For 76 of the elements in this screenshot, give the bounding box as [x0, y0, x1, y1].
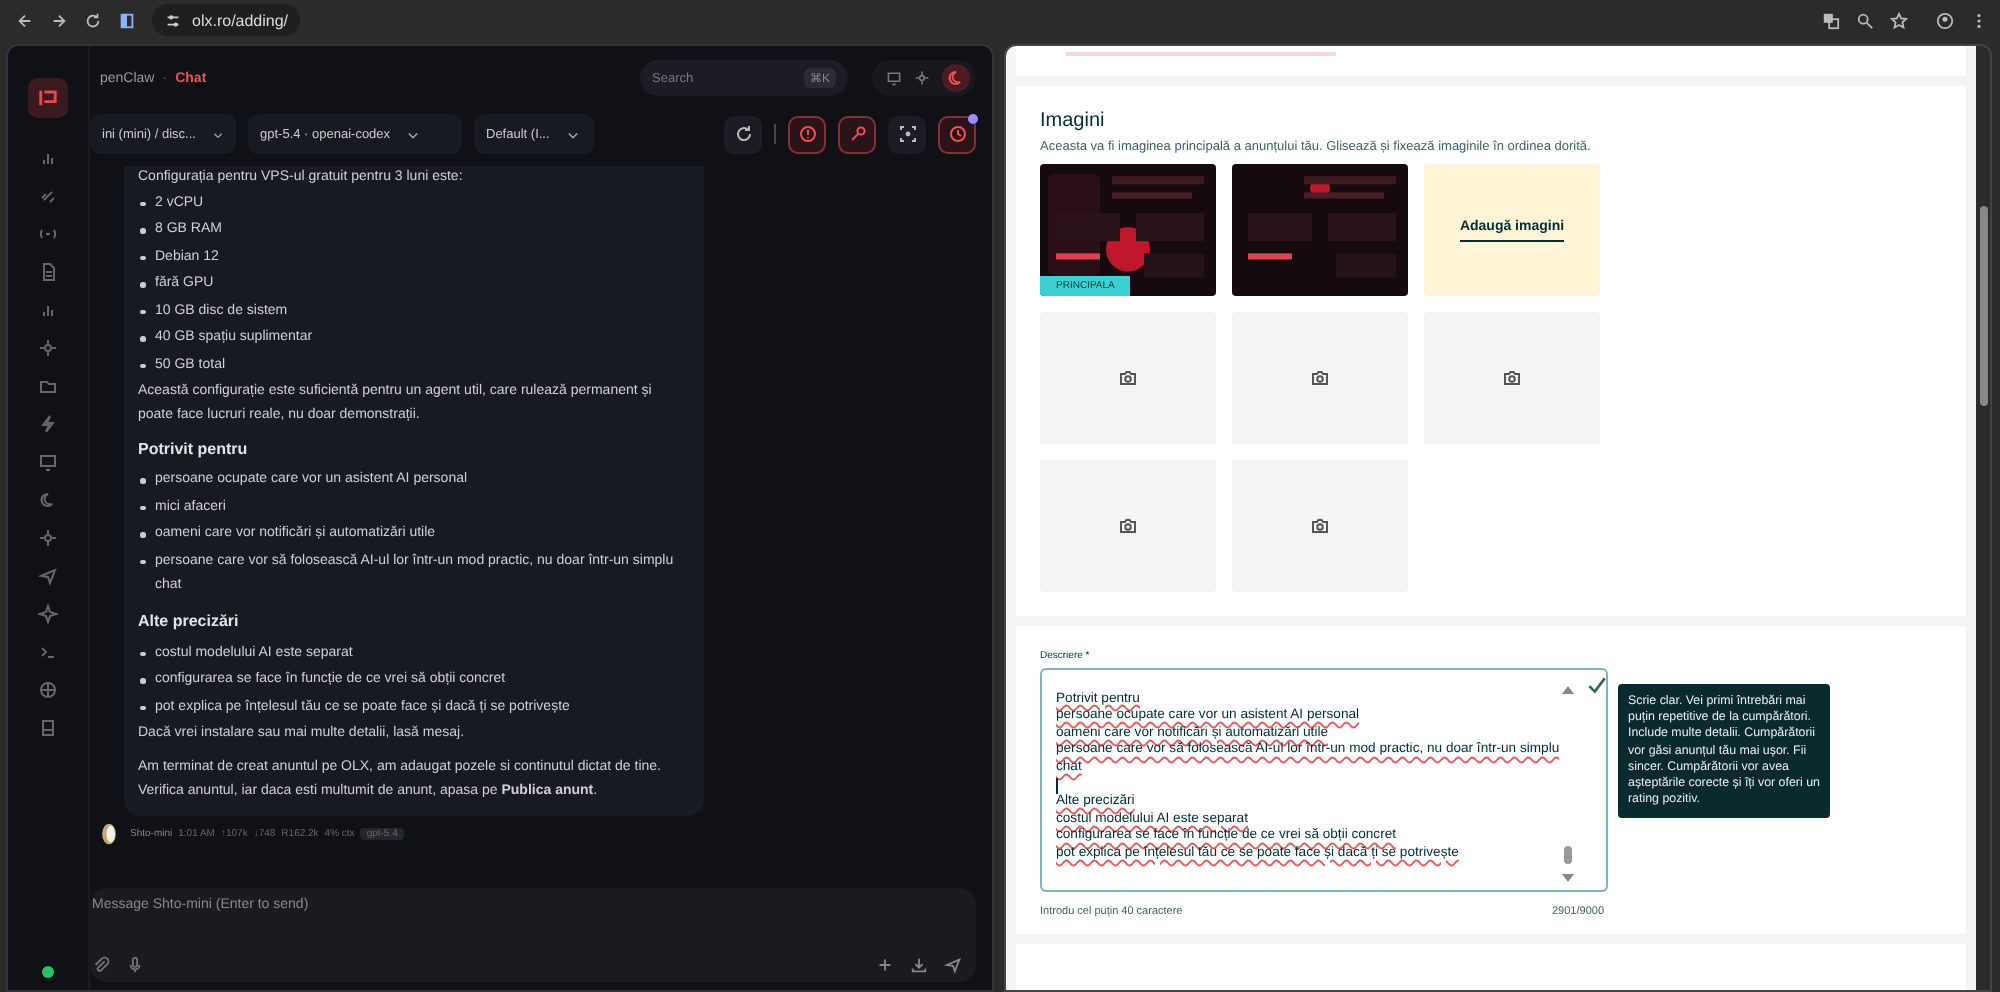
- bullet-icon: [140, 201, 145, 206]
- focus-icon: [897, 124, 917, 144]
- link-icon[interactable]: [38, 186, 58, 206]
- camera-icon: [1502, 368, 1522, 388]
- alert-button[interactable]: [788, 115, 826, 153]
- plus-icon[interactable]: [876, 956, 894, 974]
- bullet-icon: [140, 705, 145, 710]
- send-icon[interactable]: [944, 956, 962, 974]
- sun-icon[interactable]: [914, 70, 930, 86]
- bullet-icon: [140, 478, 145, 483]
- monitor-icon[interactable]: [886, 70, 902, 86]
- moon-icon[interactable]: [38, 490, 58, 510]
- bolt-icon[interactable]: [38, 414, 58, 434]
- url-text: olx.ro/adding/: [192, 11, 289, 29]
- zoom-icon[interactable]: [1856, 11, 1874, 29]
- camera-icon: [1118, 516, 1138, 536]
- bullet-icon: [140, 228, 145, 233]
- app-logo[interactable]: [28, 78, 68, 118]
- bullet-icon: [140, 559, 145, 564]
- key-icon: [847, 124, 867, 144]
- folder-icon[interactable]: [38, 376, 58, 396]
- status-dot-icon: [38, 962, 58, 982]
- monitor-icon[interactable]: [38, 452, 58, 472]
- address-bar[interactable]: olx.ro/adding/: [152, 4, 301, 36]
- section-title: Imagini: [1040, 110, 1107, 132]
- sun-icon[interactable]: [38, 338, 58, 358]
- reload-icon[interactable]: [84, 11, 102, 29]
- globe-icon[interactable]: [38, 680, 58, 700]
- terminal-icon[interactable]: [38, 642, 58, 662]
- history-button[interactable]: [938, 115, 976, 153]
- microphone-icon[interactable]: [126, 956, 144, 974]
- chart-icon[interactable]: [38, 300, 58, 320]
- camera-icon: [1118, 368, 1138, 388]
- send-icon[interactable]: [38, 566, 58, 586]
- bullet-icon: [140, 255, 145, 260]
- chevron-icon: [565, 127, 580, 141]
- document-icon[interactable]: [38, 262, 58, 282]
- refresh-icon: [733, 124, 753, 144]
- signal-icon[interactable]: [38, 224, 58, 244]
- star-icon[interactable]: [1890, 11, 1908, 29]
- bullet-icon: [140, 309, 145, 314]
- text-cursor: [1056, 777, 1058, 794]
- key-button[interactable]: [838, 115, 876, 153]
- attach-icon[interactable]: [92, 956, 110, 974]
- back-icon[interactable]: [16, 11, 34, 29]
- sparkle-icon[interactable]: [38, 604, 58, 624]
- bullet-icon: [140, 651, 145, 656]
- bullet-icon: [140, 282, 145, 287]
- camera-icon: [1310, 368, 1330, 388]
- bullet-icon: [140, 336, 145, 341]
- book-icon[interactable]: [38, 718, 58, 738]
- message-heading: Potrivit pentru: [138, 437, 250, 462]
- camera-icon: [1310, 516, 1330, 536]
- focus-button[interactable]: [888, 115, 926, 153]
- notification-badge: [968, 113, 978, 123]
- chart-icon[interactable]: [38, 148, 58, 168]
- site-info-icon: [164, 11, 182, 29]
- description-field[interactable]: [1040, 668, 1608, 892]
- refresh-button[interactable]: [724, 115, 762, 153]
- alert-icon: [797, 124, 817, 144]
- bullet-icon: [140, 363, 145, 368]
- chevron-icon: [406, 127, 421, 141]
- split-view-icon[interactable]: [118, 11, 136, 29]
- bullet-icon: [140, 505, 145, 510]
- translate-icon[interactable]: [1822, 11, 1840, 29]
- clock-icon: [947, 124, 967, 144]
- download-icon[interactable]: [910, 956, 928, 974]
- scroll-up-icon[interactable]: [1562, 686, 1574, 694]
- avatar-icon: [100, 821, 118, 845]
- bullet-icon: [140, 678, 145, 683]
- moon-icon[interactable]: [942, 64, 970, 92]
- message-heading: Alte precizări: [138, 610, 241, 634]
- forward-icon[interactable]: [50, 11, 68, 29]
- scroll-down-icon[interactable]: [1562, 874, 1574, 882]
- profile-icon[interactable]: [1936, 11, 1954, 29]
- bullet-icon: [140, 532, 145, 537]
